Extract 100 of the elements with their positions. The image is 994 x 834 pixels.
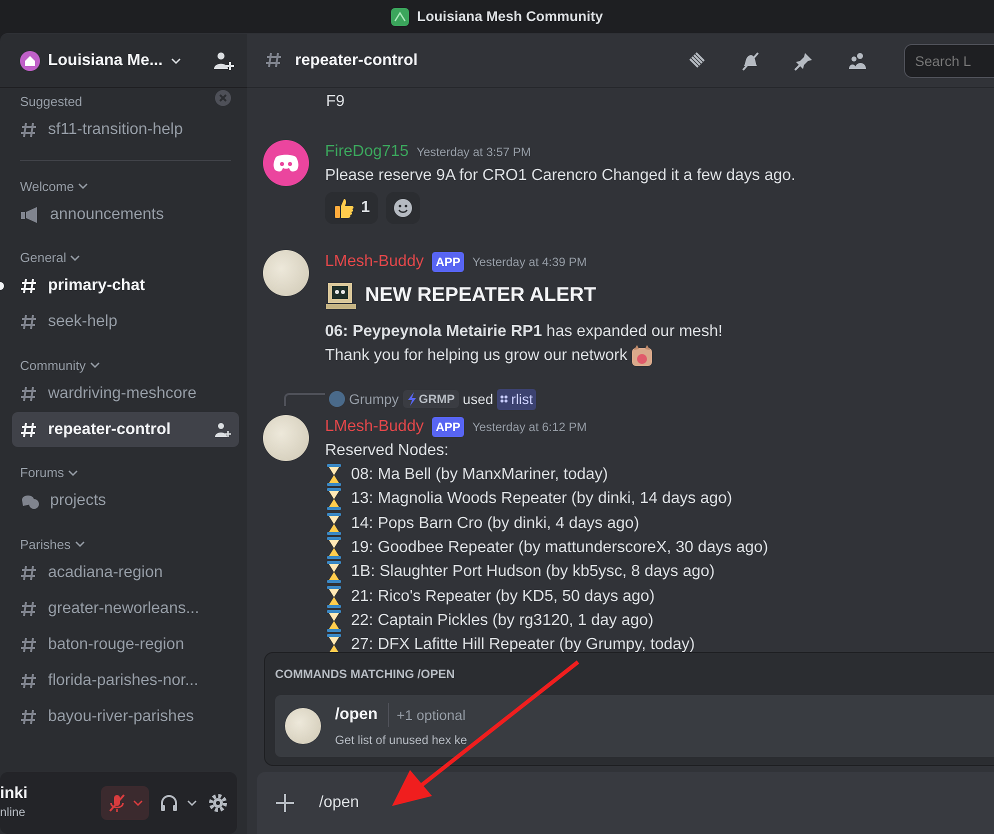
message-text: 06: Peypeynola Metairie RP1 has expanded our mesh! bbox=[325, 322, 723, 342]
discord-logo-icon bbox=[273, 153, 299, 173]
microphone-icon bbox=[107, 793, 127, 813]
avatar-photo-placeholder[interactable] bbox=[263, 250, 309, 296]
username[interactable]: LMesh-Buddy bbox=[325, 250, 424, 274]
category-label[interactable]: Forums bbox=[20, 463, 64, 482]
smiley-icon bbox=[392, 197, 414, 219]
server-icon bbox=[20, 50, 40, 70]
channel-item[interactable]: announcements bbox=[12, 197, 239, 232]
guild-tag-text: GRMP bbox=[418, 391, 455, 408]
reply-username[interactable]: Grumpy bbox=[349, 388, 399, 410]
list-item-text: 22: Captain Pickles (by rg3120, 1 day ago) bbox=[351, 610, 654, 631]
category-label[interactable]: Parishes bbox=[20, 534, 71, 554]
chevron-icon bbox=[133, 799, 143, 807]
invite-icon[interactable] bbox=[213, 50, 235, 70]
lightning-icon bbox=[406, 392, 417, 406]
channel-item[interactable]: seek-help bbox=[12, 304, 239, 340]
timestamp: Yesterday at 3:57 PM bbox=[416, 144, 531, 161]
section-label: Suggested bbox=[20, 93, 82, 111]
chevron-icon bbox=[68, 468, 78, 477]
reply-text: used bbox=[462, 390, 494, 408]
username[interactable]: LMesh-Buddy bbox=[325, 415, 424, 439]
command-name: /open bbox=[335, 703, 389, 727]
hash-icon bbox=[20, 120, 38, 140]
thumbs-up-icon bbox=[333, 197, 355, 219]
microphone-button[interactable] bbox=[101, 786, 149, 820]
server-name[interactable]: Louisiana Me... bbox=[48, 48, 163, 72]
list-item-text: 08: Ma Bell (by ManxMariner, today) bbox=[351, 465, 608, 486]
headphones-icon bbox=[159, 793, 179, 813]
category-label[interactable]: Community bbox=[20, 356, 86, 375]
chevron-icon bbox=[90, 361, 100, 370]
channel-item[interactable]: acadiana-region bbox=[12, 555, 239, 590]
avatar-photo-placeholder bbox=[285, 708, 321, 744]
unread-indicator bbox=[0, 282, 4, 290]
chevron-icon bbox=[187, 799, 197, 807]
cat-emoji-icon bbox=[631, 345, 654, 367]
list-item-text: 14: Pops Barn Cro (by dinki, 4 days ago) bbox=[351, 514, 640, 534]
user-status: nline bbox=[0, 806, 26, 820]
megaphone-icon bbox=[20, 206, 40, 224]
channel-item[interactable]: wardriving-meshcore bbox=[12, 376, 239, 411]
plus-icon[interactable] bbox=[275, 793, 295, 813]
pin-icon[interactable] bbox=[794, 50, 814, 70]
message-text: Please reserve 9A for CRO1 Carencro Changed it a few days ago. bbox=[325, 166, 796, 186]
hash-icon bbox=[20, 312, 38, 332]
command-icon bbox=[500, 395, 508, 403]
avatar[interactable] bbox=[263, 140, 309, 186]
channel-item[interactable]: bayou-river-parishes bbox=[12, 699, 239, 734]
settings-icon[interactable] bbox=[207, 792, 229, 814]
command-item[interactable]: /open +1 optional Get list of unused hex ke bbox=[275, 695, 994, 757]
app-tag: APP bbox=[432, 252, 464, 272]
hourglass-icon bbox=[325, 463, 343, 488]
timestamp: Yesterday at 4:39 PM bbox=[472, 254, 587, 271]
app-tag: APP bbox=[432, 417, 464, 437]
chevron-icon bbox=[74, 540, 85, 548]
message-text: Reserved Nodes: bbox=[325, 441, 450, 461]
channel-item[interactable]: florida-parishes-nor... bbox=[12, 663, 239, 698]
user-name: inki bbox=[0, 785, 28, 803]
channel-item[interactable]: greater-neworleans... bbox=[12, 591, 239, 626]
window-title: Louisiana Mesh Community bbox=[417, 7, 603, 26]
timestamp: Yesterday at 6:12 PM bbox=[472, 419, 587, 436]
category-label[interactable]: General bbox=[20, 248, 66, 268]
command-mention[interactable]: rlist bbox=[497, 388, 536, 410]
hourglass-icon bbox=[325, 487, 343, 512]
search-field[interactable]: Search L bbox=[904, 44, 994, 78]
mute-bell-icon[interactable] bbox=[740, 50, 760, 70]
channel-item[interactable]: baton-rouge-region bbox=[12, 627, 239, 662]
hourglass-icon bbox=[325, 512, 343, 536]
hourglass-icon bbox=[325, 536, 343, 560]
list-item-text: 21: Rico's Repeater (by KD5, 50 days ago) bbox=[351, 586, 655, 607]
chevron-icon bbox=[70, 254, 80, 262]
category-label[interactable]: Welcome bbox=[20, 176, 74, 196]
list-item-text: 27: DFX Lafitte Hill Repeater (by Grumpy, today) bbox=[351, 635, 695, 656]
message-text: F9 bbox=[326, 92, 345, 112]
hourglass-icon bbox=[325, 608, 343, 633]
message-heading: NEW REPEATER ALERT bbox=[365, 283, 596, 308]
channel-item[interactable]: projects bbox=[12, 484, 239, 518]
list-item-text: 13: Magnolia Woods Repeater (by dinki, 14 days ago) bbox=[351, 489, 732, 510]
message-input[interactable]: /open bbox=[317, 790, 617, 816]
channel-item[interactable]: sf11-transition-help bbox=[12, 112, 239, 148]
username[interactable]: FireDog715 bbox=[325, 140, 409, 164]
channel-title: repeater-control bbox=[295, 50, 418, 70]
avatar-photo-placeholder[interactable] bbox=[263, 415, 309, 461]
hash-icon bbox=[20, 276, 38, 296]
message-text: Thank you for helping us grow our network bbox=[325, 346, 628, 366]
command-options: +1 optional bbox=[396, 704, 466, 726]
command-name: rlist bbox=[511, 390, 533, 408]
add-reaction-button[interactable] bbox=[386, 192, 420, 224]
chevron-icon bbox=[170, 56, 181, 64]
popup-title: COMMANDS MATCHING /OPEN bbox=[275, 666, 456, 683]
list-item-text: 19: Goodbee Repeater (by mattunderscoreX, 30 days ago) bbox=[351, 538, 768, 558]
chevron-icon bbox=[78, 182, 88, 190]
hourglass-icon bbox=[325, 560, 343, 584]
channel-item[interactable]: repeater-control bbox=[12, 412, 239, 447]
reaction-button[interactable]: 1 bbox=[325, 192, 378, 224]
reply-line-icon bbox=[283, 392, 325, 406]
command-description: Get list of unused hex ke bbox=[335, 732, 468, 749]
members-icon[interactable] bbox=[848, 50, 868, 70]
invite-icon[interactable] bbox=[215, 422, 231, 438]
hourglass-icon bbox=[325, 584, 343, 609]
channel-item[interactable]: primary-chat bbox=[12, 268, 239, 304]
